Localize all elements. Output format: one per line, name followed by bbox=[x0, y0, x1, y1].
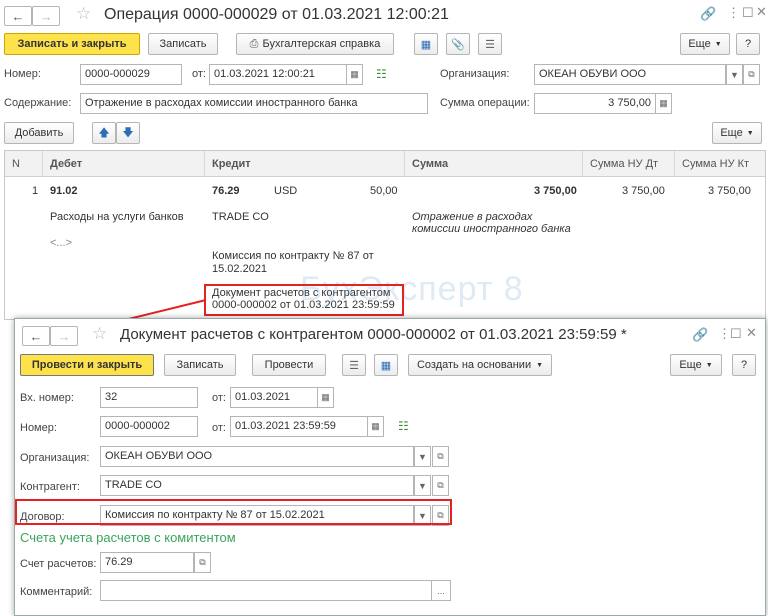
dialog-organization-dropdown[interactable]: ▼ bbox=[414, 446, 431, 467]
counterparty-field[interactable]: TRADE CO bbox=[100, 475, 414, 496]
dialog-post-and-close-button[interactable]: Провести и закрыть bbox=[20, 354, 154, 376]
dialog-post-status-icon[interactable]: ☷ bbox=[398, 419, 409, 433]
chevron-down-icon: ▼ bbox=[536, 361, 544, 369]
dialog-maximize-icon[interactable]: ☐ bbox=[730, 326, 742, 342]
dialog-list-button[interactable]: ☰ bbox=[342, 354, 366, 376]
structure-icon: ▦ bbox=[380, 359, 392, 372]
in-number-field[interactable]: 32 bbox=[100, 387, 198, 408]
list-icon: ☰ bbox=[349, 359, 359, 372]
dialog-back-button[interactable]: ← bbox=[22, 326, 50, 346]
counterparty-open[interactable]: ⧉ bbox=[432, 475, 449, 496]
dialog-close-icon[interactable]: ✕ bbox=[746, 325, 757, 341]
dialog-date-calendar-button[interactable]: ▦ bbox=[367, 416, 384, 437]
counterparty-dropdown[interactable]: ▼ bbox=[414, 475, 431, 496]
dialog-favorite-star-icon[interactable]: ☆ bbox=[92, 324, 107, 344]
dialog-structure-button[interactable]: ▦ bbox=[374, 354, 398, 376]
comment-field[interactable] bbox=[100, 580, 432, 601]
in-date-field[interactable]: 01.03.2021 bbox=[230, 387, 318, 408]
dialog-organization-open[interactable]: ⧉ bbox=[432, 446, 449, 467]
chevron-down-icon: ▼ bbox=[418, 480, 427, 491]
comment-edit-button[interactable]: ... bbox=[431, 580, 451, 601]
accounts-section-title: Счета учета расчетов с комитентом bbox=[20, 530, 236, 545]
dialog-more-label: Еще bbox=[679, 359, 702, 371]
dialog-more-button[interactable]: Еще ▼ bbox=[670, 354, 722, 376]
open-form-icon: ⧉ bbox=[437, 451, 444, 461]
dialog-organization-label: Организация: bbox=[20, 452, 90, 464]
calendar-icon: ▦ bbox=[371, 421, 380, 431]
in-date-label: от: bbox=[212, 392, 226, 404]
dialog-date-label: от: bbox=[212, 422, 226, 434]
account-label: Счет расчетов: bbox=[20, 558, 97, 570]
dialog-date-field[interactable]: 01.03.2021 23:59:59 bbox=[230, 416, 368, 437]
open-form-icon: ⧉ bbox=[199, 557, 206, 567]
arrow-left-icon: ← bbox=[29, 328, 43, 344]
dialog-number-field[interactable]: 0000-000002 bbox=[100, 416, 198, 437]
create-based-on-button[interactable]: Создать на основании ▼ bbox=[408, 354, 552, 376]
account-field[interactable]: 76.29 bbox=[100, 552, 194, 573]
account-open[interactable]: ⧉ bbox=[194, 552, 211, 573]
dialog-save-button[interactable]: Записать bbox=[164, 354, 236, 376]
counterparty-label: Контрагент: bbox=[20, 481, 80, 493]
open-form-icon: ⧉ bbox=[437, 480, 444, 490]
dialog-title-text: Документ расчетов с контрагентом 0000-00… bbox=[120, 326, 617, 343]
highlight-contract bbox=[15, 499, 452, 525]
dialog-number-label: Номер: bbox=[20, 422, 57, 434]
dialog-organization-field[interactable]: ОКЕАН ОБУВИ ООО bbox=[100, 446, 414, 467]
calendar-icon: ▦ bbox=[321, 392, 330, 402]
comment-label: Комментарий: bbox=[20, 586, 93, 598]
in-number-label: Вх. номер: bbox=[20, 392, 74, 404]
dialog-help-button[interactable]: ? bbox=[732, 354, 756, 376]
dialog-link-icon[interactable]: 🔗 bbox=[692, 327, 708, 343]
dialog-forward-button[interactable]: → bbox=[50, 326, 78, 346]
chevron-down-icon: ▼ bbox=[418, 451, 427, 462]
dialog-modified-mark: * bbox=[620, 326, 627, 343]
arrow-right-icon: → bbox=[57, 328, 71, 344]
dialog-title: Документ расчетов с контрагентом 0000-00… bbox=[120, 326, 627, 343]
create-based-on-label: Создать на основании bbox=[416, 359, 532, 371]
chevron-down-icon: ▼ bbox=[705, 361, 713, 369]
in-date-calendar-button[interactable]: ▦ bbox=[317, 387, 334, 408]
dialog-post-button[interactable]: Провести bbox=[252, 354, 326, 376]
